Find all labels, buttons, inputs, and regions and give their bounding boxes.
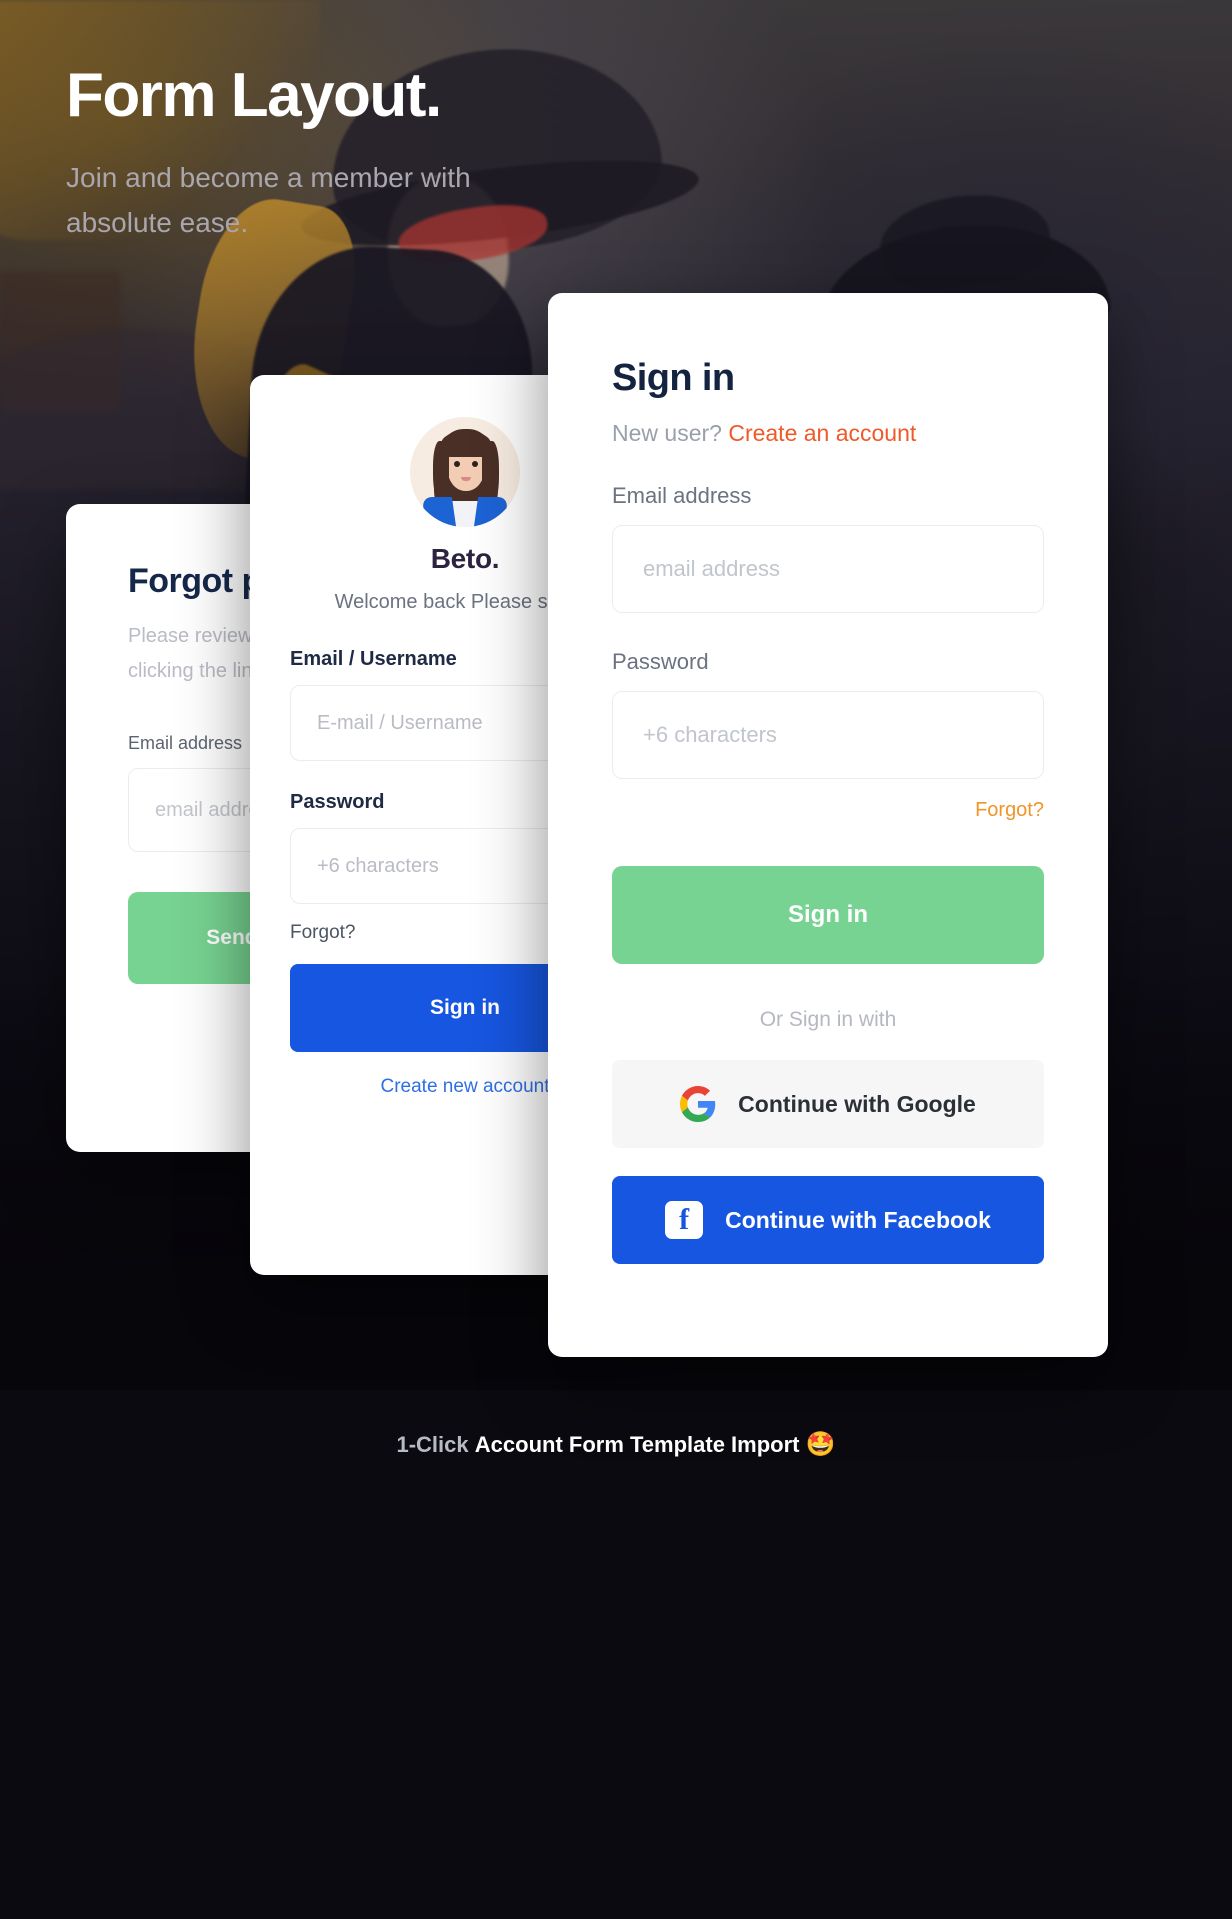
page-title: Form Layout. xyxy=(66,61,442,130)
google-icon xyxy=(680,1086,716,1122)
create-account-link[interactable]: Create an account xyxy=(728,420,916,446)
footer-prefix: 1-Click xyxy=(396,1432,469,1457)
avatar xyxy=(410,417,520,527)
signin-submit-button[interactable]: Sign in xyxy=(612,866,1044,964)
hero-text-block: Form Layout. Join and become a member wi… xyxy=(66,61,536,246)
signin-card: Sign in New user? Create an account Emai… xyxy=(548,293,1108,1357)
footer-main-text: Account Form Template Import xyxy=(474,1432,800,1457)
star-struck-emoji: 🤩 xyxy=(805,1431,836,1458)
page-root: Form Layout. Join and become a member wi… xyxy=(0,0,1232,1919)
signin-email-input[interactable]: email address xyxy=(612,525,1044,613)
page-subtitle: Join and become a member with absolute e… xyxy=(66,162,471,238)
continue-with-facebook-button[interactable]: f Continue with Facebook xyxy=(612,1176,1044,1264)
continue-with-google-button[interactable]: Continue with Google xyxy=(612,1060,1044,1148)
facebook-icon: f xyxy=(665,1201,704,1239)
new-user-label: New user? xyxy=(612,420,722,446)
google-button-label: Continue with Google xyxy=(738,1090,976,1117)
or-signin-with-label: Or Sign in with xyxy=(759,1008,897,1031)
signin-email-label: Email address xyxy=(612,483,752,508)
signin-card-title: Sign in xyxy=(612,357,735,399)
facebook-button-label: Continue with Facebook xyxy=(725,1206,991,1233)
new-user-row: New user? Create an account xyxy=(612,420,1044,447)
signin-password-label: Password xyxy=(612,649,709,674)
signin-password-input[interactable]: +6 characters xyxy=(612,691,1044,779)
signin-forgot-link[interactable]: Forgot? xyxy=(612,799,1044,822)
footer-tagline: 1-Click Account Form Template Import 🤩 xyxy=(0,1430,1232,1459)
